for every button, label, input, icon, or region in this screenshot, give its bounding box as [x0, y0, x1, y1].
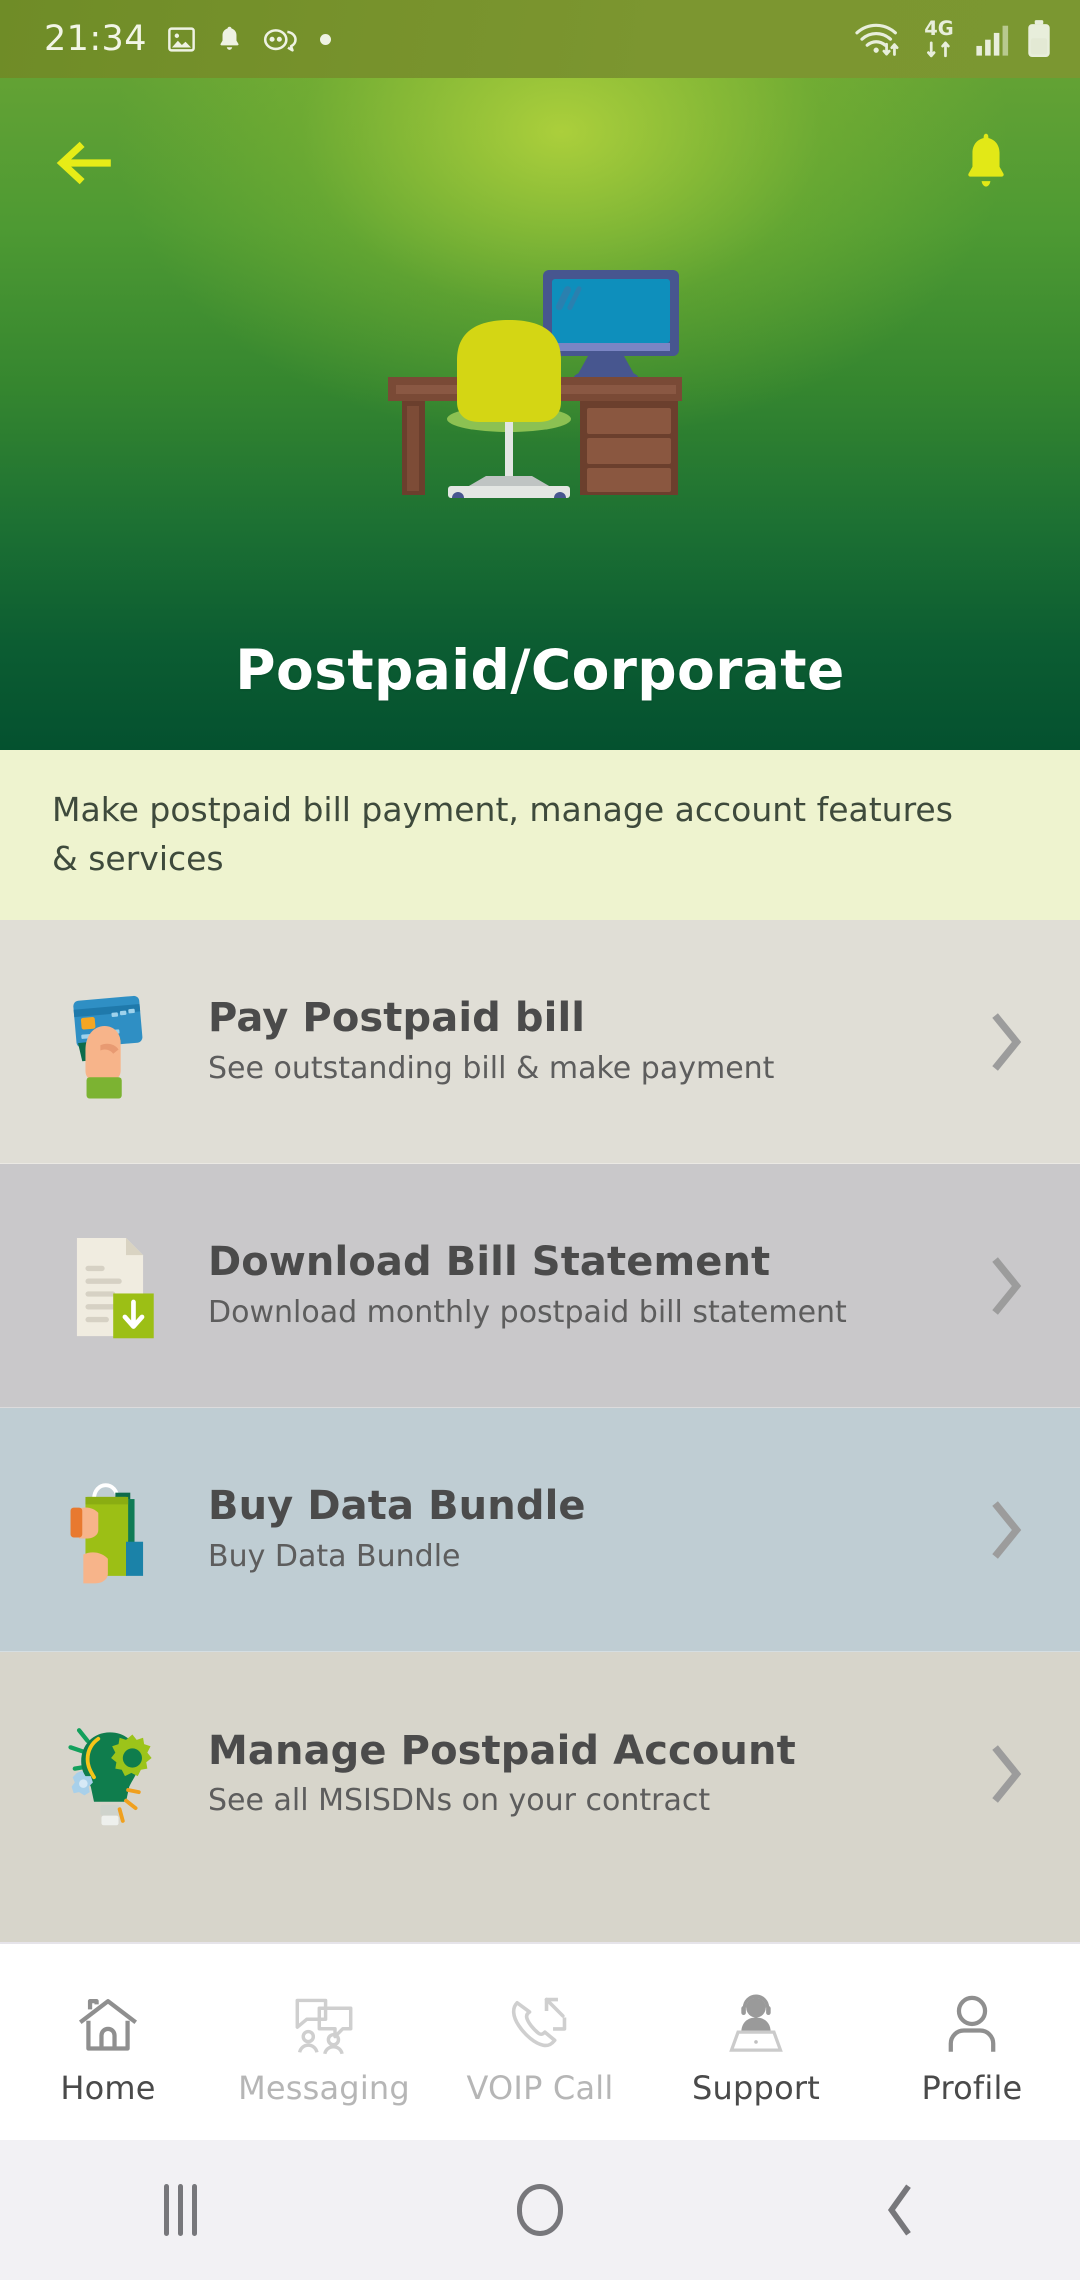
- chat-icon: [262, 25, 301, 53]
- menu-item-subtitle: See outstanding bill & make payment: [208, 1050, 775, 1086]
- chevron-right-icon[interactable]: [970, 1741, 1040, 1807]
- messaging-icon: [291, 1985, 357, 2055]
- nav-tab-label: VOIP Call: [466, 2069, 614, 2107]
- back-chevron-icon: [887, 2184, 911, 2236]
- hero-header: Postpaid/Corporate: [0, 78, 1080, 750]
- lightbulb-gear-icon: [50, 1709, 170, 1839]
- menu-list: Pay Postpaid bill See outstanding bill &…: [0, 920, 1080, 2012]
- menu-item-title: Pay Postpaid bill: [208, 995, 586, 1042]
- menu-item-title: Manage Postpaid Account: [208, 1727, 796, 1774]
- voip-call-icon: [507, 1985, 573, 2055]
- nav-tab-support[interactable]: Support: [648, 1944, 864, 2140]
- status-bar-right: 4G: [853, 17, 1052, 61]
- home-icon: [75, 1985, 141, 2055]
- recents-button[interactable]: [0, 2184, 360, 2236]
- support-agent-icon: [723, 1985, 789, 2055]
- menu-item-pay-postpaid-bill[interactable]: Pay Postpaid bill See outstanding bill &…: [0, 920, 1080, 1164]
- menu-item-subtitle: Download monthly postpaid bill statement: [208, 1294, 847, 1330]
- menu-item-download-bill-statement[interactable]: Download Bill Statement Download monthly…: [0, 1164, 1080, 1408]
- image-icon: [166, 24, 197, 55]
- document-download-icon: [50, 1221, 170, 1351]
- office-desk-illustration: [360, 258, 720, 504]
- recents-icon: [163, 2184, 197, 2236]
- chevron-right-icon[interactable]: [970, 1497, 1040, 1563]
- signal-icon: [975, 21, 1011, 57]
- home-circle-icon: [517, 2184, 563, 2236]
- page-description: Make postpaid bill payment, manage accou…: [52, 790, 953, 878]
- credit-card-hand-icon: [50, 977, 170, 1107]
- page-title: Postpaid/Corporate: [235, 638, 845, 702]
- menu-item-title: Buy Data Bundle: [208, 1483, 586, 1530]
- battery-icon: [1026, 19, 1052, 59]
- menu-item-manage-postpaid-account[interactable]: Manage Postpaid Account See all MSISDNs …: [0, 1652, 1080, 1896]
- nav-tab-messaging[interactable]: Messaging: [216, 1944, 432, 2140]
- android-system-nav: [0, 2140, 1080, 2280]
- nav-tab-label: Messaging: [238, 2069, 410, 2107]
- back-button[interactable]: [44, 121, 128, 205]
- nav-tab-voip-call[interactable]: VOIP Call: [432, 1944, 648, 2140]
- profile-icon: [939, 1985, 1005, 2055]
- menu-item-buy-data-bundle[interactable]: Buy Data Bundle Buy Data Bundle: [0, 1408, 1080, 1652]
- wifi-icon: [853, 19, 903, 59]
- menu-item-text: Download Bill Statement Download monthly…: [170, 1240, 970, 1331]
- phone-screen: 21:34 4G Postpaid/Corporate Make postpai…: [0, 0, 1080, 2280]
- nav-tab-label: Profile: [921, 2069, 1023, 2107]
- bell-icon: [968, 133, 1004, 187]
- status-bar-clock: 21:34: [44, 18, 147, 59]
- menu-item-text: Buy Data Bundle Buy Data Bundle: [170, 1484, 970, 1575]
- status-bar: 21:34 4G: [0, 0, 1080, 78]
- 4g-icon: 4G: [918, 17, 960, 61]
- bottom-navigation-bar: Home Messaging VOIP Call Support Profile: [0, 1942, 1080, 2140]
- svg-text:4G: 4G: [924, 17, 953, 40]
- nav-tab-label: Home: [60, 2069, 156, 2107]
- menu-item-subtitle: See all MSISDNs on your contract: [208, 1783, 711, 1819]
- back-button-system[interactable]: [720, 2181, 1080, 2239]
- menu-item-text: Pay Postpaid bill See outstanding bill &…: [170, 996, 970, 1087]
- nav-tab-label: Support: [692, 2069, 820, 2107]
- menu-item-title: Download Bill Statement: [208, 1239, 771, 1286]
- shopping-bags-icon: [50, 1465, 170, 1595]
- chevron-right-icon[interactable]: [970, 1253, 1040, 1319]
- status-bar-left: 21:34: [44, 18, 331, 59]
- page-description-band: Make postpaid bill payment, manage accou…: [0, 750, 1080, 920]
- nav-tab-profile[interactable]: Profile: [864, 1944, 1080, 2140]
- nav-tab-home[interactable]: Home: [0, 1944, 216, 2140]
- bell-icon: [216, 24, 243, 55]
- hero-toolbar: [0, 78, 1080, 248]
- home-button[interactable]: [360, 2184, 720, 2236]
- back-arrow-icon: [56, 141, 111, 185]
- menu-item-text: Manage Postpaid Account See all MSISDNs …: [170, 1727, 970, 1820]
- menu-item-subtitle: Buy Data Bundle: [208, 1538, 461, 1574]
- chevron-right-icon[interactable]: [970, 1009, 1040, 1075]
- dot-icon: [319, 33, 331, 45]
- notification-button[interactable]: [944, 121, 1028, 205]
